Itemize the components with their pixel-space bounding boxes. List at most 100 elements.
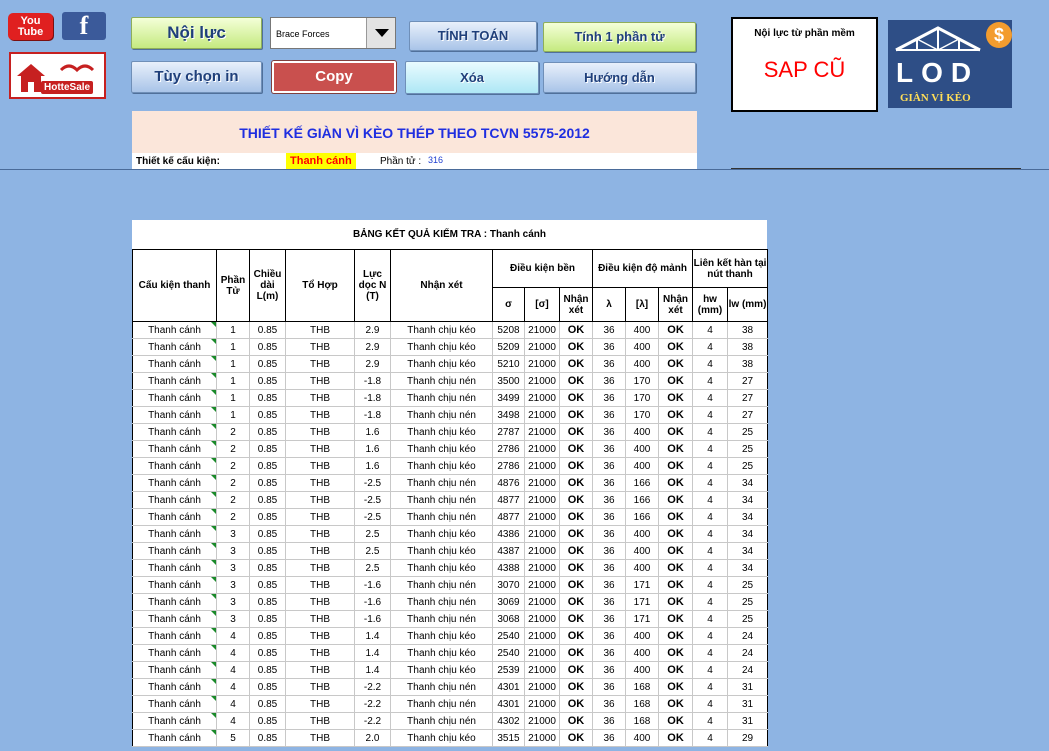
table-cell[interactable]: -1.8 bbox=[354, 372, 391, 390]
table-cell[interactable]: 4 bbox=[692, 593, 729, 611]
table-cell[interactable]: Thanh chịu kéo bbox=[390, 729, 493, 747]
table-cell[interactable]: THB bbox=[285, 525, 355, 543]
table-cell[interactable]: 36 bbox=[592, 321, 627, 339]
chevron-down-icon[interactable] bbox=[366, 18, 395, 48]
table-cell[interactable]: Thanh chịu kéo bbox=[390, 644, 493, 662]
table-cell[interactable]: 36 bbox=[592, 440, 627, 458]
table-cell[interactable]: 400 bbox=[625, 440, 660, 458]
table-cell[interactable]: 24 bbox=[727, 627, 769, 645]
table-cell[interactable]: 5210 bbox=[492, 355, 525, 373]
table-cell[interactable]: 0.85 bbox=[249, 542, 286, 560]
table-cell[interactable]: 4 bbox=[692, 525, 729, 543]
table-cell[interactable]: 1.4 bbox=[354, 644, 391, 662]
table-cell[interactable]: OK bbox=[558, 423, 594, 441]
table-cell[interactable]: 170 bbox=[625, 389, 660, 407]
table-cell[interactable]: OK bbox=[658, 542, 694, 560]
table-cell[interactable]: OK bbox=[658, 593, 694, 611]
table-cell[interactable]: Thanh chịu kéo bbox=[390, 440, 493, 458]
table-cell[interactable]: 400 bbox=[625, 338, 660, 356]
table-cell[interactable]: 21000 bbox=[524, 508, 560, 526]
table-cell[interactable]: -2.2 bbox=[354, 695, 391, 713]
table-cell[interactable]: THB bbox=[285, 355, 355, 373]
table-cell[interactable]: Thanh cánh bbox=[132, 474, 217, 492]
table-cell[interactable]: 4 bbox=[692, 712, 729, 730]
table-cell[interactable]: 2.5 bbox=[354, 525, 391, 543]
table-cell[interactable]: THB bbox=[285, 423, 355, 441]
table-cell[interactable]: Thanh cánh bbox=[132, 559, 217, 577]
table-cell[interactable]: 4 bbox=[216, 644, 250, 662]
table-cell[interactable]: Thanh cánh bbox=[132, 729, 217, 747]
table-cell[interactable]: 400 bbox=[625, 729, 660, 747]
table-cell[interactable]: 1 bbox=[216, 389, 250, 407]
table-cell[interactable]: Thanh chịu nén bbox=[390, 491, 493, 509]
table-cell[interactable]: 2 bbox=[216, 508, 250, 526]
table-cell[interactable]: 4 bbox=[216, 695, 250, 713]
table-cell[interactable]: 2540 bbox=[492, 644, 525, 662]
table-cell[interactable]: OK bbox=[558, 389, 594, 407]
table-cell[interactable]: Thanh chịu kéo bbox=[390, 542, 493, 560]
table-cell[interactable]: 21000 bbox=[524, 678, 560, 696]
table-cell[interactable]: 400 bbox=[625, 627, 660, 645]
table-cell[interactable]: 0.85 bbox=[249, 474, 286, 492]
table-cell[interactable]: 4 bbox=[692, 372, 729, 390]
table-cell[interactable]: 21000 bbox=[524, 610, 560, 628]
noi-luc-button[interactable]: Nội lực bbox=[131, 17, 262, 49]
table-cell[interactable]: Thanh cánh bbox=[132, 338, 217, 356]
table-cell[interactable]: 168 bbox=[625, 712, 660, 730]
table-cell[interactable]: 21000 bbox=[524, 389, 560, 407]
table-cell[interactable]: 5 bbox=[216, 729, 250, 747]
table-cell[interactable]: Thanh cánh bbox=[132, 627, 217, 645]
table-cell[interactable]: 1.6 bbox=[354, 457, 391, 475]
table-cell[interactable]: 0.85 bbox=[249, 627, 286, 645]
table-cell[interactable]: 1.6 bbox=[354, 423, 391, 441]
table-cell[interactable]: Thanh chịu nén bbox=[390, 508, 493, 526]
table-cell[interactable]: OK bbox=[558, 559, 594, 577]
table-cell[interactable]: 166 bbox=[625, 474, 660, 492]
table-cell[interactable]: 36 bbox=[592, 508, 627, 526]
housesale-logo[interactable]: HotteSale bbox=[9, 52, 106, 99]
table-cell[interactable]: THB bbox=[285, 491, 355, 509]
table-cell[interactable]: Thanh chịu nén bbox=[390, 474, 493, 492]
table-cell[interactable]: THB bbox=[285, 338, 355, 356]
table-cell[interactable]: 4 bbox=[692, 355, 729, 373]
table-cell[interactable]: Thanh chịu kéo bbox=[390, 338, 493, 356]
table-cell[interactable]: 4 bbox=[692, 729, 729, 747]
table-cell[interactable]: Thanh cánh bbox=[132, 440, 217, 458]
table-cell[interactable]: OK bbox=[558, 678, 594, 696]
table-cell[interactable]: 27 bbox=[727, 406, 769, 424]
table-cell[interactable]: 2539 bbox=[492, 661, 525, 679]
table-cell[interactable]: 4 bbox=[692, 423, 729, 441]
table-cell[interactable]: 38 bbox=[727, 338, 769, 356]
table-cell[interactable]: 21000 bbox=[524, 729, 560, 747]
table-cell[interactable]: THB bbox=[285, 729, 355, 747]
table-cell[interactable]: 3 bbox=[216, 576, 250, 594]
table-cell[interactable]: 36 bbox=[592, 712, 627, 730]
table-cell[interactable]: 36 bbox=[592, 457, 627, 475]
table-cell[interactable]: Thanh cánh bbox=[132, 712, 217, 730]
table-cell[interactable]: Thanh chịu kéo bbox=[390, 525, 493, 543]
table-cell[interactable]: Thanh chịu nén bbox=[390, 712, 493, 730]
table-cell[interactable]: Thanh chịu nén bbox=[390, 372, 493, 390]
table-cell[interactable]: OK bbox=[558, 508, 594, 526]
table-cell[interactable]: 400 bbox=[625, 661, 660, 679]
table-cell[interactable]: 21000 bbox=[524, 372, 560, 390]
table-cell[interactable]: 2787 bbox=[492, 423, 525, 441]
table-cell[interactable]: 36 bbox=[592, 525, 627, 543]
table-cell[interactable]: OK bbox=[658, 678, 694, 696]
table-cell[interactable]: -2.2 bbox=[354, 678, 391, 696]
table-cell[interactable]: 36 bbox=[592, 559, 627, 577]
table-cell[interactable]: -2.5 bbox=[354, 474, 391, 492]
table-cell[interactable]: 0.85 bbox=[249, 695, 286, 713]
table-cell[interactable]: 1 bbox=[216, 355, 250, 373]
table-cell[interactable]: Thanh chịu nén bbox=[390, 593, 493, 611]
table-cell[interactable]: THB bbox=[285, 712, 355, 730]
table-cell[interactable]: 36 bbox=[592, 423, 627, 441]
table-cell[interactable]: THB bbox=[285, 474, 355, 492]
table-cell[interactable]: -2.5 bbox=[354, 491, 391, 509]
table-cell[interactable]: -2.2 bbox=[354, 712, 391, 730]
table-cell[interactable]: 0.85 bbox=[249, 729, 286, 747]
table-cell[interactable]: 3 bbox=[216, 542, 250, 560]
table-cell[interactable]: OK bbox=[558, 627, 594, 645]
table-cell[interactable]: 0.85 bbox=[249, 559, 286, 577]
table-cell[interactable]: 21000 bbox=[524, 593, 560, 611]
